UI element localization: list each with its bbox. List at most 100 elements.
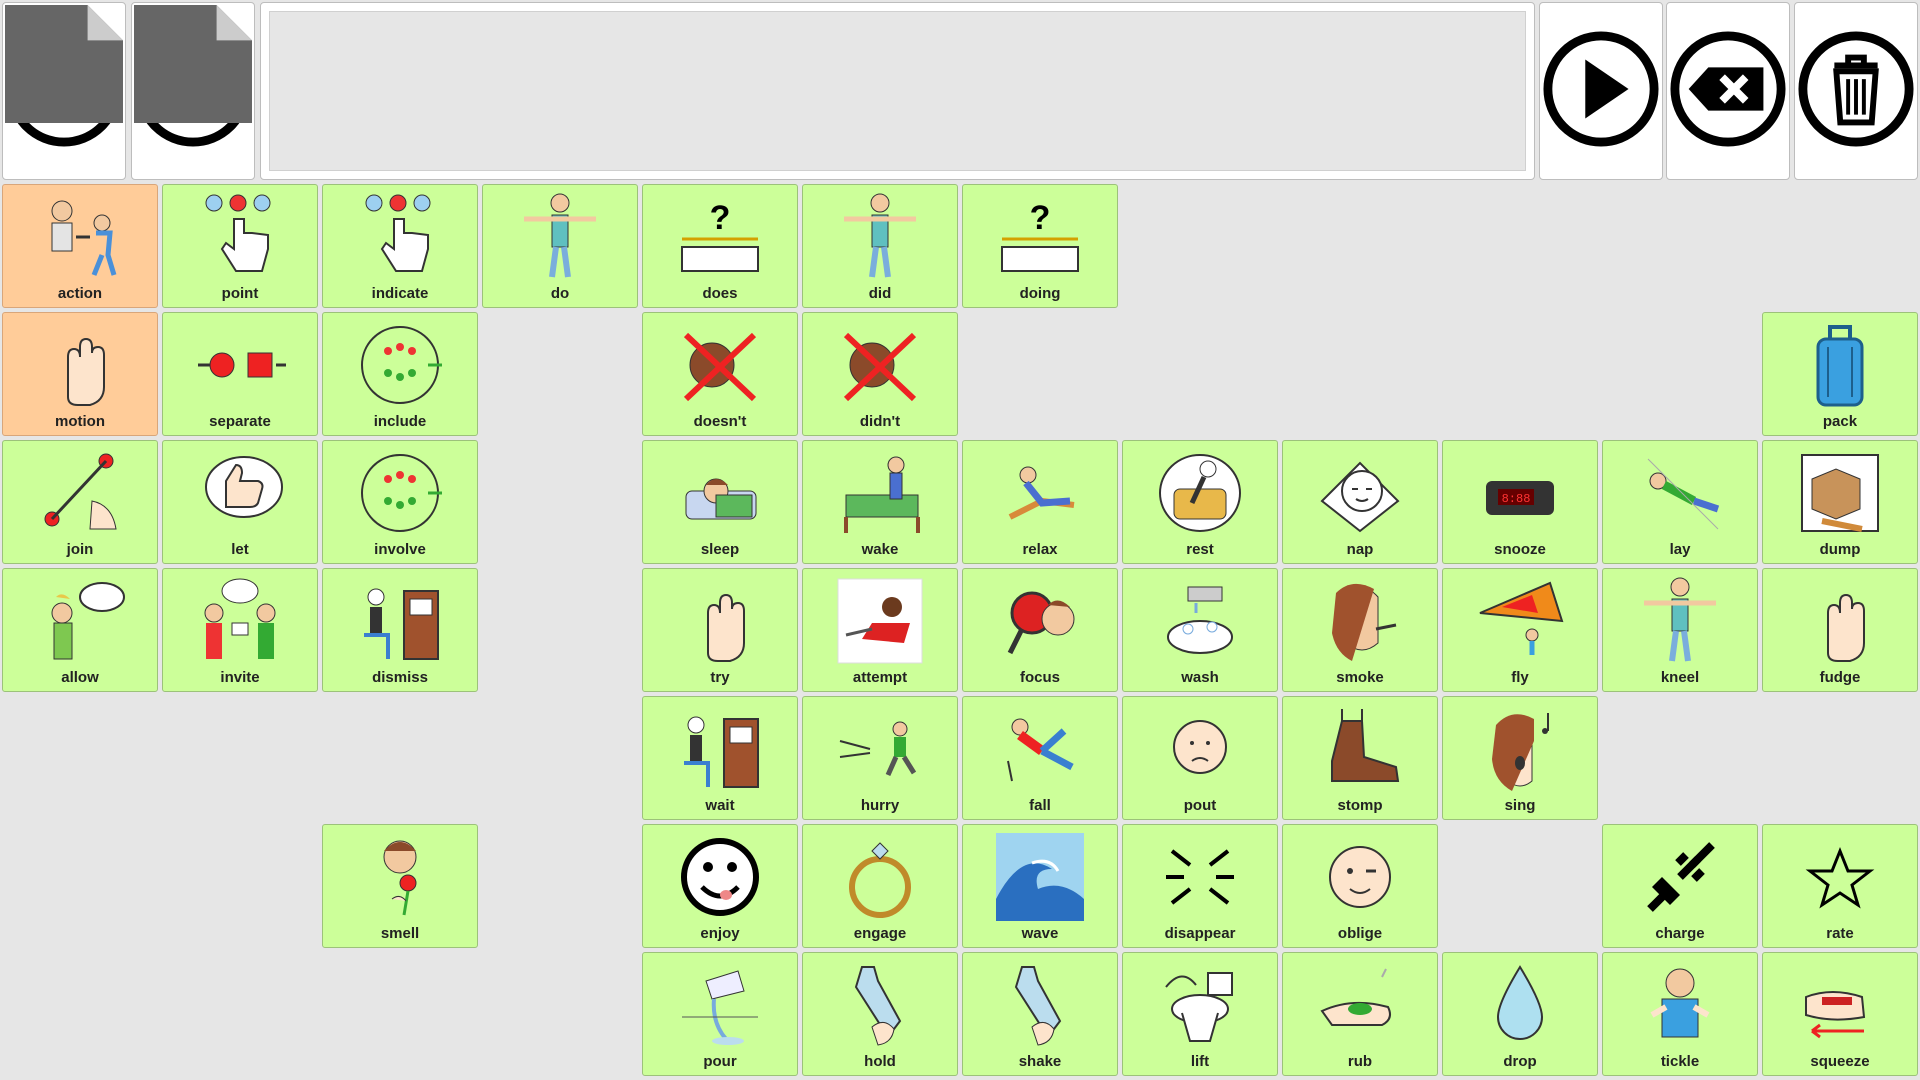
- symbol-cell-pour[interactable]: pour: [642, 952, 798, 1076]
- symbol-cell-let[interactable]: let: [162, 440, 318, 564]
- symbol-cell-does[interactable]: ? does: [642, 184, 798, 308]
- symbol-cell-fudge[interactable]: fudge: [1762, 568, 1918, 692]
- symbol-cell-involve[interactable]: involve: [322, 440, 478, 564]
- symbol-cell-squeeze[interactable]: squeeze: [1762, 952, 1918, 1076]
- glass-icon: [657, 957, 783, 1053]
- message-bar[interactable]: [260, 2, 1535, 180]
- symbol-cell-enjoy[interactable]: enjoy: [642, 824, 798, 948]
- home-button[interactable]: [2, 2, 126, 180]
- speak-button[interactable]: [1539, 2, 1663, 180]
- symbol-label: separate: [209, 413, 271, 430]
- symbol-cell-pack[interactable]: pack: [1762, 312, 1918, 436]
- symbol-cell-fly[interactable]: fly: [1442, 568, 1598, 692]
- symbol-label: attempt: [852, 669, 908, 686]
- symbol-cell-dismiss[interactable]: dismiss: [322, 568, 478, 692]
- symbol-cell-did[interactable]: did: [802, 184, 958, 308]
- symbol-cell-hold[interactable]: hold: [802, 952, 958, 1076]
- symbol-cell-doesn-t[interactable]: doesn't: [642, 312, 798, 436]
- symbol-label: charge: [1655, 925, 1705, 942]
- symbol-cell-dump[interactable]: dump: [1762, 440, 1918, 564]
- symbol-cell-focus[interactable]: focus: [962, 568, 1118, 692]
- symbol-cell-shake[interactable]: shake: [962, 952, 1118, 1076]
- symbol-label: didn't: [859, 413, 901, 430]
- symbol-cell-indicate[interactable]: indicate: [322, 184, 478, 308]
- symbol-cell-wash[interactable]: wash: [1122, 568, 1278, 692]
- symbol-cell-smell[interactable]: smell: [322, 824, 478, 948]
- page-corner-icon: [5, 5, 123, 123]
- symbol-label: indicate: [371, 285, 429, 302]
- symbol-cell-include[interactable]: include: [322, 312, 478, 436]
- symbol-cell-invite[interactable]: invite: [162, 568, 318, 692]
- symbol-label: engage: [853, 925, 907, 942]
- symbol-cell-allow[interactable]: allow: [2, 568, 158, 692]
- person-icon: [497, 189, 623, 285]
- symbol-label: invite: [220, 669, 260, 686]
- symbol-cell-nap[interactable]: nap: [1282, 440, 1438, 564]
- symbol-cell-charge[interactable]: charge: [1602, 824, 1758, 948]
- symbol-label: fly: [1511, 669, 1529, 686]
- symbol-cell-didn-t[interactable]: didn't: [802, 312, 958, 436]
- symbol-cell-wave[interactable]: wave: [962, 824, 1118, 948]
- symbol-cell-pout[interactable]: pout: [1122, 696, 1278, 820]
- symbol-label: smoke: [1336, 669, 1384, 686]
- symbol-cell-motion[interactable]: motion: [2, 312, 158, 436]
- backspace-button[interactable]: [1666, 2, 1790, 180]
- glider-icon: [1457, 573, 1583, 669]
- question-icon: ?: [657, 189, 783, 285]
- symbol-cell-oblige[interactable]: oblige: [1282, 824, 1438, 948]
- symbol-cell-snooze[interactable]: 8:88 snooze: [1442, 440, 1598, 564]
- symbol-cell-rub[interactable]: rub: [1282, 952, 1438, 1076]
- symbol-cell-action[interactable]: action: [2, 184, 158, 308]
- symbol-cell-hurry[interactable]: hurry: [802, 696, 958, 820]
- symbol-cell-relax[interactable]: relax: [962, 440, 1118, 564]
- symbol-cell-point[interactable]: point: [162, 184, 318, 308]
- symbol-cell-engage[interactable]: engage: [802, 824, 958, 948]
- symbol-label: pour: [703, 1053, 737, 1070]
- boot-icon: [1297, 701, 1423, 797]
- join-icon: [17, 445, 143, 541]
- symbol-label: lift: [1190, 1053, 1210, 1070]
- symbol-cell-wait[interactable]: wait: [642, 696, 798, 820]
- symbol-cell-sing[interactable]: sing: [1442, 696, 1598, 820]
- question-icon: ?: [977, 189, 1103, 285]
- symbol-cell-lift[interactable]: lift: [1122, 952, 1278, 1076]
- separate-icon: [177, 317, 303, 413]
- symbol-label: doesn't: [693, 413, 747, 430]
- droplet-icon: [1457, 957, 1583, 1053]
- magnifier-icon: [977, 573, 1103, 669]
- svg-text:?: ?: [710, 199, 731, 237]
- symbol-label: does: [702, 285, 738, 302]
- symbol-cell-kneel[interactable]: kneel: [1602, 568, 1758, 692]
- smile-face-icon: [657, 829, 783, 925]
- symbol-cell-lay[interactable]: lay: [1602, 440, 1758, 564]
- play-icon: [1542, 30, 1660, 153]
- symbol-cell-fall[interactable]: fall: [962, 696, 1118, 820]
- message-text: [269, 11, 1526, 171]
- symbol-label: pack: [1822, 413, 1858, 430]
- symbol-cell-smoke[interactable]: smoke: [1282, 568, 1438, 692]
- symbol-cell-disappear[interactable]: disappear: [1122, 824, 1278, 948]
- symbol-cell-doing[interactable]: ? doing: [962, 184, 1118, 308]
- symbol-cell-join[interactable]: join: [2, 440, 158, 564]
- symbol-label: include: [373, 413, 427, 430]
- symbol-cell-rate[interactable]: rate: [1762, 824, 1918, 948]
- symbol-cell-do[interactable]: do: [482, 184, 638, 308]
- clear-button[interactable]: [1794, 2, 1918, 180]
- symbol-label: fall: [1029, 797, 1051, 814]
- undo-button[interactable]: [131, 2, 255, 180]
- symbol-cell-attempt[interactable]: attempt: [802, 568, 958, 692]
- symbol-cell-separate[interactable]: separate: [162, 312, 318, 436]
- symbol-cell-wake[interactable]: wake: [802, 440, 958, 564]
- symbol-cell-stomp[interactable]: stomp: [1282, 696, 1438, 820]
- pointing-hand-icon: [177, 189, 303, 285]
- symbol-cell-rest[interactable]: rest: [1122, 440, 1278, 564]
- symbol-cell-sleep[interactable]: sleep: [642, 440, 798, 564]
- page-corner-icon: [134, 5, 252, 123]
- symbol-cell-try[interactable]: try: [642, 568, 798, 692]
- symbol-cell-drop[interactable]: drop: [1442, 952, 1598, 1076]
- water-icon: [1137, 573, 1263, 669]
- symbol-label: oblige: [1337, 925, 1383, 942]
- face-icon: [1297, 573, 1423, 669]
- symbol-cell-tickle[interactable]: tickle: [1602, 952, 1758, 1076]
- symbol-label: rate: [1826, 925, 1854, 942]
